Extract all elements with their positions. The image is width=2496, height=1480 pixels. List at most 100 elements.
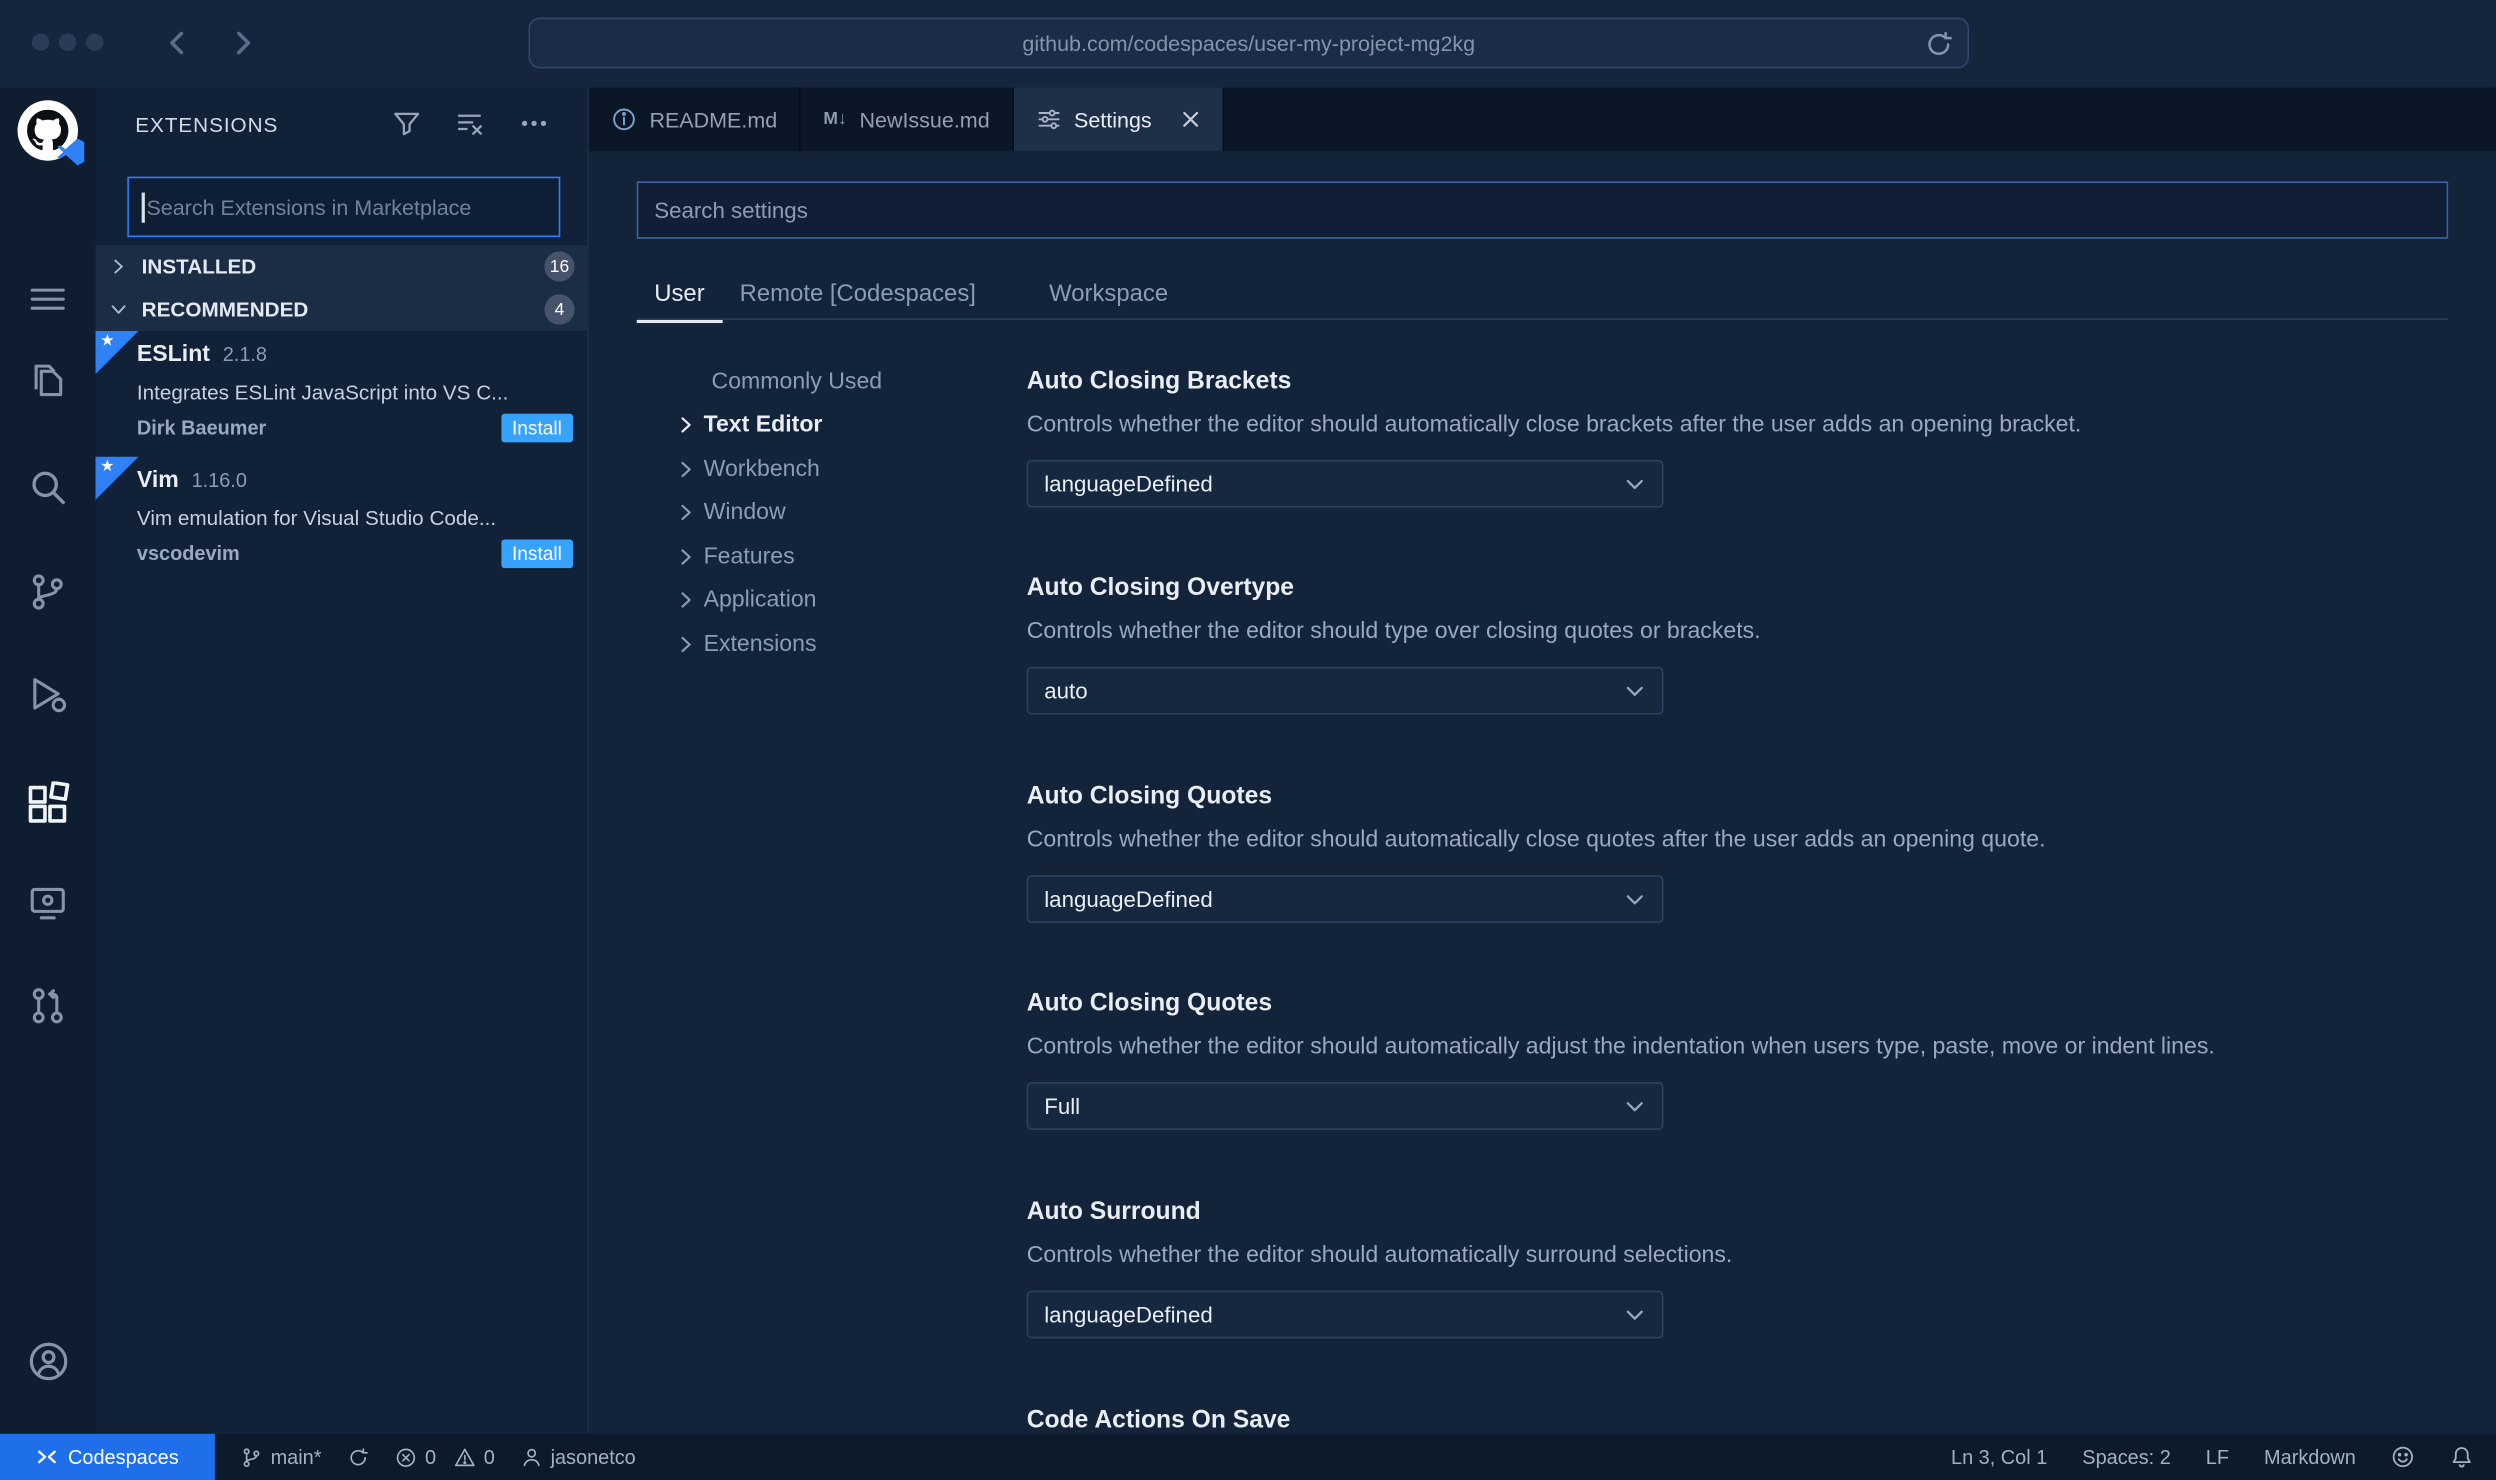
window-zoom-button[interactable] <box>85 33 104 51</box>
sync-status[interactable] <box>347 1446 369 1468</box>
feedback-icon[interactable] <box>2391 1445 2415 1469</box>
chevron-right-icon <box>669 547 704 566</box>
settings-search-box[interactable] <box>636 181 2449 239</box>
chevron-right-icon <box>669 591 704 610</box>
settings-scope-tabs: User Remote [Codespaces] Workspace <box>636 272 1186 324</box>
tab-newissue[interactable]: M↓ NewIssue.md <box>801 87 1014 152</box>
scope-tab-user[interactable]: User <box>636 272 723 324</box>
app-window: github.com/codespaces/user-my-project-mg… <box>0 0 2496 1480</box>
extension-item-vim[interactable]: ★ Vim 1.16.0 Vim emulation for Visual St… <box>95 456 589 583</box>
close-icon[interactable] <box>1180 110 1199 129</box>
section-count-badge: 4 <box>544 294 575 325</box>
setting-dropdown[interactable]: Full <box>1026 1082 1664 1130</box>
toc-application[interactable]: Application <box>669 578 1003 622</box>
search-icon[interactable] <box>0 466 96 507</box>
section-label: INSTALLED <box>141 254 257 279</box>
scope-tabs-divider <box>636 318 2449 320</box>
menu-icon[interactable] <box>0 278 96 319</box>
setting-auto-surround: Auto Surround Controls whether the edito… <box>1026 1197 2448 1339</box>
extension-item-eslint[interactable]: ★ ESLint 2.1.8 Integrates ESLint JavaScr… <box>95 331 589 457</box>
toc-label: Workbench <box>703 456 820 482</box>
extension-header: Vim 1.16.0 <box>137 468 247 493</box>
cursor-position[interactable]: Ln 3, Col 1 <box>1951 1446 2047 1468</box>
setting-dropdown[interactable]: languageDefined <box>1026 875 1664 924</box>
chevron-right-icon <box>110 258 128 276</box>
notifications-bell-icon[interactable] <box>2450 1445 2474 1469</box>
extension-header: ESLint 2.1.8 <box>137 342 267 367</box>
activity-bar <box>0 87 96 1480</box>
toc-workbench[interactable]: Workbench <box>669 447 1003 491</box>
editor-tab-bar: README.md M↓ NewIssue.md Settings <box>588 87 2496 152</box>
back-button[interactable] <box>159 24 197 62</box>
tab-settings[interactable]: Settings <box>1013 87 1224 152</box>
eol-sequence[interactable]: LF <box>2206 1446 2229 1468</box>
extension-footer: vscodevim Install <box>136 539 574 569</box>
chevron-down-icon <box>1624 680 1646 702</box>
setting-dropdown-value: auto <box>1044 677 1088 704</box>
extension-author: vscodevim <box>136 542 240 565</box>
status-bar: Codespaces main* 0 0 jasonetco Ln 3, Col… <box>0 1433 2496 1480</box>
indentation[interactable]: Spaces: 2 <box>2082 1446 2170 1468</box>
extensions-icon[interactable] <box>0 781 96 826</box>
window-minimize-button[interactable] <box>58 33 77 51</box>
toc-commonly-used[interactable]: Commonly Used <box>669 360 1003 404</box>
run-and-debug-icon[interactable] <box>0 673 96 714</box>
toc-label: Text Editor <box>703 412 823 439</box>
forward-button[interactable] <box>223 24 261 62</box>
toc-extensions[interactable]: Extensions <box>669 622 1003 666</box>
source-control-icon[interactable] <box>0 571 96 612</box>
install-button[interactable]: Install <box>500 539 574 569</box>
install-button[interactable]: Install <box>500 413 574 443</box>
section-installed[interactable]: INSTALLED 16 <box>95 245 589 289</box>
setting-description: Controls whether the editor should autom… <box>1026 1242 1733 1269</box>
github-user-status[interactable]: jasonetco <box>520 1446 636 1468</box>
toc-label: Application <box>703 587 817 614</box>
toc-label: Commonly Used <box>711 368 883 395</box>
toc-features[interactable]: Features <box>669 535 1003 579</box>
extensions-search-input[interactable] <box>128 178 559 236</box>
setting-title: Auto Closing Quotes <box>1026 989 1273 1017</box>
setting-dropdown-value: Full <box>1044 1093 1081 1119</box>
problems-status[interactable]: 0 0 <box>395 1446 495 1468</box>
person-icon <box>520 1446 542 1468</box>
chevron-down-icon <box>1624 473 1646 495</box>
toc-text-editor[interactable]: Text Editor <box>669 403 1003 447</box>
tab-readme[interactable]: README.md <box>589 87 802 152</box>
scope-tab-remote[interactable]: Remote [Codespaces] <box>722 272 993 323</box>
error-icon <box>395 1446 417 1468</box>
setting-dropdown[interactable]: languageDefined <box>1026 459 1664 508</box>
featured-ribbon: ★ <box>95 456 139 500</box>
extensions-search-box[interactable] <box>127 176 561 238</box>
scope-tab-workspace[interactable]: Workspace <box>1032 272 1186 323</box>
section-recommended[interactable]: RECOMMENDED 4 <box>95 288 589 332</box>
setting-dropdown[interactable]: languageDefined <box>1026 1290 1664 1339</box>
address-bar[interactable]: github.com/codespaces/user-my-project-mg… <box>528 17 1970 69</box>
window-close-button[interactable] <box>31 33 50 51</box>
settings-search-input[interactable] <box>638 183 2447 238</box>
pull-requests-icon[interactable] <box>0 985 96 1026</box>
reload-icon[interactable] <box>1924 30 1953 59</box>
remote-explorer-icon[interactable] <box>0 882 96 923</box>
toc-window[interactable]: Window <box>669 491 1003 535</box>
explorer-icon[interactable] <box>0 360 96 401</box>
setting-title: Code Actions On Save <box>1026 1406 1291 1434</box>
filter-icon[interactable] <box>392 108 422 138</box>
codespaces-remote-button[interactable]: Codespaces <box>0 1433 215 1480</box>
more-actions-icon[interactable] <box>519 108 549 138</box>
setting-dropdown[interactable]: auto <box>1026 666 1664 715</box>
extension-author: Dirk Baeumer <box>136 416 267 440</box>
language-mode[interactable]: Markdown <box>2264 1446 2356 1468</box>
chevron-down-icon <box>1624 1095 1646 1117</box>
chevron-right-icon <box>669 503 704 522</box>
tab-label: Settings <box>1074 107 1152 132</box>
toc-label: Extensions <box>703 631 817 657</box>
git-branch-icon <box>240 1446 262 1468</box>
branch-status[interactable]: main* <box>240 1446 321 1468</box>
chevron-right-icon <box>669 460 704 479</box>
setting-description: Controls whether the editor should autom… <box>1026 827 2046 853</box>
screen: github.com/codespaces/user-my-project-mg… <box>0 0 2496 1480</box>
clear-search-results-icon[interactable] <box>455 108 485 138</box>
setting-auto-indent: Auto Closing Quotes Controls whether the… <box>1026 988 2448 1130</box>
account-icon[interactable] <box>0 1340 96 1383</box>
setting-dropdown-value: languageDefined <box>1044 1301 1213 1328</box>
